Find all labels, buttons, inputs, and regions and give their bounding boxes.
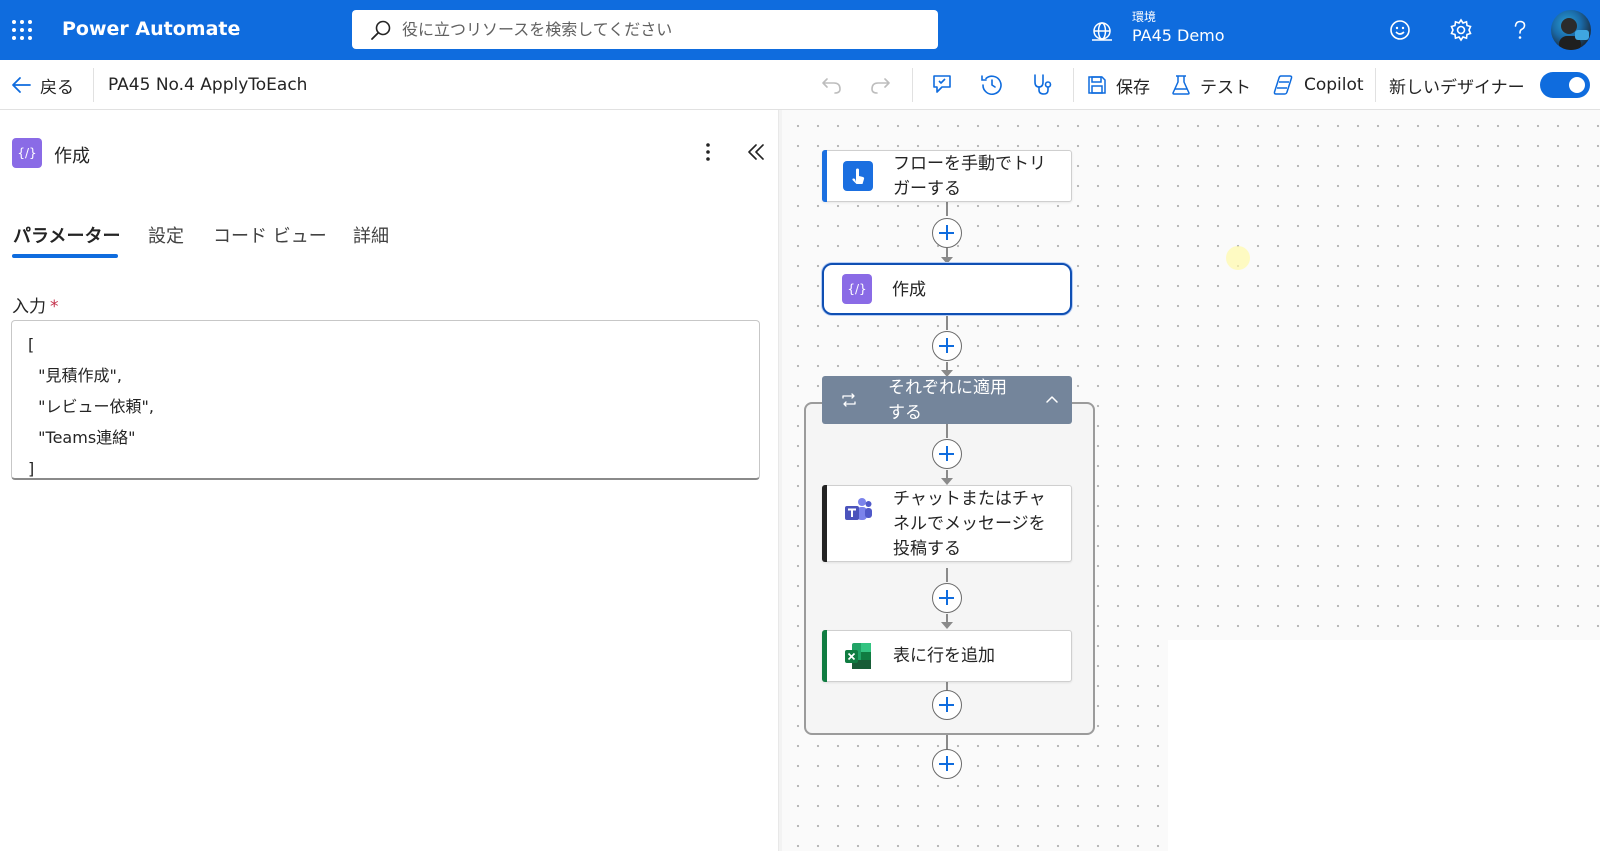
more-options-icon[interactable] (694, 138, 722, 166)
feedback-smiley-icon[interactable] (1386, 16, 1414, 44)
add-action-button[interactable] (932, 331, 962, 361)
command-bar: 戻る PA45 No.4 ApplyToEach 保存 テスト Copilot … (0, 60, 1600, 110)
save-button[interactable]: 保存 (1086, 71, 1150, 99)
tab-parameters[interactable]: パラメーター (13, 222, 120, 248)
copilot-button[interactable]: Copilot (1272, 71, 1364, 99)
help-icon[interactable] (1506, 16, 1534, 44)
flow-name[interactable]: PA45 No.4 ApplyToEach (108, 75, 307, 95)
compose-node[interactable]: {/} 作成 (822, 263, 1072, 315)
add-action-button[interactable] (932, 583, 962, 613)
loop-icon (842, 393, 856, 407)
separator (1375, 68, 1376, 102)
app-launcher-icon[interactable] (10, 18, 34, 42)
save-label: 保存 (1116, 77, 1150, 98)
environment-label: 環境 (1132, 10, 1157, 24)
cursor-highlight (1226, 246, 1250, 270)
teams-post-message-node[interactable]: チャットまたはチャ ネルでメッセージを 投稿する (822, 485, 1072, 562)
new-designer-toggle[interactable] (1540, 72, 1590, 98)
loop-label-line: する (888, 403, 922, 423)
code-line: [ (28, 335, 35, 354)
code-line: "Teams連絡" (28, 428, 136, 447)
code-line: "見積作成", (28, 366, 122, 385)
avatar[interactable] (1551, 10, 1591, 50)
compose-icon: {/} (12, 138, 42, 168)
code-line: ] (28, 459, 35, 478)
search-icon (371, 20, 391, 40)
add-action-button[interactable] (932, 218, 962, 248)
trigger-label-line: ガーする (893, 179, 961, 199)
code-line: "レビュー依頼", (28, 397, 154, 416)
new-designer-label: 新しいデザイナー (1389, 77, 1525, 98)
flow-checker-icon[interactable] (928, 71, 956, 99)
required-mark: * (50, 297, 59, 317)
version-history-icon[interactable] (978, 71, 1006, 99)
excel-label: 表に行を追加 (893, 646, 995, 666)
input-label-text: 入力 (12, 297, 46, 317)
node-accent (822, 150, 827, 202)
app-name[interactable]: Power Automate (62, 18, 240, 40)
node-accent (822, 485, 827, 562)
connector (946, 201, 948, 216)
back-label: 戻る (40, 77, 74, 98)
test-button[interactable]: テスト (1170, 71, 1251, 99)
connector (946, 316, 948, 330)
top-bar: Power Automate 環境 PA45 Demo (0, 0, 1600, 60)
test-label: テスト (1200, 77, 1251, 98)
connector (946, 568, 948, 582)
environment-name: PA45 Demo (1132, 26, 1225, 45)
separator (93, 68, 94, 102)
active-tab-indicator (12, 254, 118, 258)
stethoscope-icon[interactable] (1028, 71, 1056, 99)
teams-label-line: チャットまたはチャ (893, 489, 1046, 509)
tab-code-view[interactable]: コード ビュー (213, 222, 327, 248)
chevron-up-icon[interactable] (1044, 392, 1060, 408)
connector (946, 424, 948, 438)
action-details-panel: {/} 作成 パラメーター 設定 コード ビュー 詳細 入力 * [ "見積作成"… (0, 110, 778, 851)
copilot-label: Copilot (1304, 75, 1364, 95)
user-photo-icon (1559, 18, 1589, 50)
trigger-label-line: フローを手動でトリ (893, 154, 1046, 174)
save-icon (1088, 76, 1106, 94)
panel-title[interactable]: 作成 (54, 142, 90, 168)
input-editor[interactable]: [ "見積作成", "レビュー依頼", "Teams連絡" ] (11, 320, 760, 480)
input-field-label: 入力 * (12, 292, 59, 317)
connector-arrow (941, 622, 953, 629)
separator (912, 68, 913, 102)
compose-icon: {/} (842, 274, 872, 304)
teams-icon (843, 496, 873, 526)
excel-icon (843, 641, 873, 671)
trigger-node[interactable]: フローを手動でトリ ガーする (822, 150, 1072, 202)
compose-label: 作成 (892, 280, 926, 300)
separator (1073, 68, 1074, 102)
add-action-button[interactable] (932, 439, 962, 469)
touch-icon (843, 161, 873, 191)
redo-icon[interactable] (866, 71, 894, 99)
search-input[interactable] (402, 10, 922, 49)
arrow-left-icon (12, 77, 31, 93)
teams-label-line: 投稿する (893, 539, 961, 559)
apply-to-each-header[interactable]: それぞれに適用 する (822, 376, 1072, 424)
canvas-blank-region (1168, 640, 1600, 851)
beaker-icon (1172, 75, 1190, 95)
loop-label-line: それぞれに適用 (888, 378, 1007, 398)
search-box[interactable] (352, 10, 938, 49)
excel-add-row-node[interactable]: 表に行を追加 (822, 630, 1072, 682)
environment-picker[interactable]: 環境 PA45 Demo (1090, 6, 1260, 52)
tab-settings[interactable]: 設定 (148, 222, 184, 248)
collapse-panel-icon[interactable] (742, 138, 770, 166)
teams-label-line: ネルでメッセージを (893, 514, 1046, 534)
add-action-button[interactable] (932, 749, 962, 779)
globe-icon (1092, 22, 1112, 41)
add-action-button[interactable] (932, 690, 962, 720)
tab-details[interactable]: 詳細 (353, 222, 389, 248)
undo-icon[interactable] (818, 71, 846, 99)
copilot-icon (1273, 75, 1293, 95)
node-accent (822, 630, 827, 682)
gear-icon[interactable] (1447, 16, 1475, 44)
back-button[interactable]: 戻る (10, 72, 74, 98)
connector-arrow (941, 478, 953, 485)
